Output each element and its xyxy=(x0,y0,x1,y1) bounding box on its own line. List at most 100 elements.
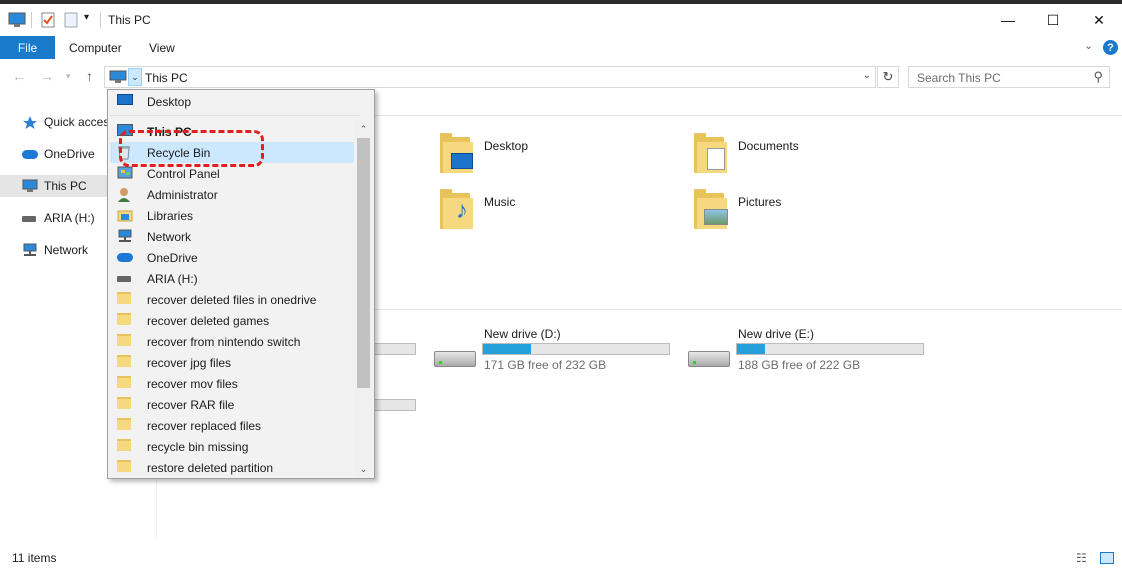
breadcrumb-dropdown-button[interactable]: ⌄ xyxy=(128,68,142,86)
search-placeholder: Search This PC xyxy=(917,71,1001,85)
dropdown-item-folder[interactable]: recover mov files xyxy=(110,373,354,394)
large-icons-view-icon[interactable] xyxy=(1100,552,1114,564)
help-icon[interactable]: ? xyxy=(1103,40,1118,55)
dropdown-item-label: restore deleted partition xyxy=(147,461,274,475)
dropdown-item-label: recover from nintendo switch xyxy=(147,335,301,349)
refresh-icon: ↻ xyxy=(882,69,894,84)
pictures-folder-icon[interactable] xyxy=(694,189,730,229)
dropdown-separator xyxy=(110,115,360,116)
section-divider xyxy=(368,309,1122,310)
tab-computer[interactable]: Computer xyxy=(69,41,122,55)
music-folder-icon[interactable]: ♪ xyxy=(440,189,476,229)
folder-icon xyxy=(117,460,133,475)
search-input[interactable]: Search This PC ⚲ xyxy=(908,66,1110,88)
nav-item-label: ARIA (H:) xyxy=(44,211,95,225)
title-bar: ▾ This PC — ☐ ✕ xyxy=(0,4,1122,36)
nav-item-label: Quick access xyxy=(44,115,116,129)
dropdown-item-onedrive[interactable]: OneDrive xyxy=(110,247,354,268)
drive-icon[interactable] xyxy=(688,351,730,367)
dropdown-item-folder[interactable]: recover replaced files xyxy=(110,415,354,436)
maximize-button[interactable]: ☐ xyxy=(1030,4,1076,36)
scrollbar-thumb[interactable] xyxy=(357,138,370,388)
star-icon xyxy=(22,115,38,129)
dropdown-item-desktop[interactable]: Desktop xyxy=(110,91,354,112)
folder-icon xyxy=(117,313,133,328)
dropdown-item-label: recover mov files xyxy=(147,377,238,391)
dropdown-item-folder[interactable]: restore deleted partition xyxy=(110,457,354,478)
tab-file[interactable]: File xyxy=(0,36,55,59)
dropdown-item-label: recover replaced files xyxy=(147,419,262,433)
dropdown-item-label: recover deleted games xyxy=(147,314,270,328)
computer-icon xyxy=(8,12,26,28)
dropdown-item-label: recover RAR file xyxy=(147,398,235,412)
drive-usage-bar xyxy=(482,343,670,355)
dropdown-item-label: ARIA (H:) xyxy=(147,272,198,286)
dropdown-item-network[interactable]: Network xyxy=(110,226,354,247)
dropdown-item-folder[interactable]: recover deleted games xyxy=(110,310,354,331)
folder-icon xyxy=(117,439,133,454)
tab-view[interactable]: View xyxy=(149,41,175,55)
folder-name[interactable]: Documents xyxy=(738,139,799,153)
customize-toolbar-icon[interactable]: ▾ xyxy=(84,12,89,28)
dropdown-item-folder[interactable]: recover RAR file xyxy=(110,394,354,415)
address-bar[interactable]: ⌄ This PC ⌄ xyxy=(104,66,876,88)
drive-icon xyxy=(117,271,133,286)
desktop-folder-icon[interactable] xyxy=(440,133,476,173)
details-view-icon[interactable]: ☷ xyxy=(1076,551,1087,565)
documents-folder-icon[interactable] xyxy=(694,133,730,173)
scroll-up-icon[interactable]: ⌃ xyxy=(355,122,372,136)
dropdown-scrollbar[interactable]: ⌃ ⌄ xyxy=(355,120,372,478)
back-arrow-icon[interactable]: ← xyxy=(12,68,26,84)
ribbon-tabs: File Computer View ⌄ ? xyxy=(0,36,1122,60)
forward-arrow-icon[interactable]: → xyxy=(40,68,54,84)
drive-free-space: 171 GB free of 232 GB xyxy=(484,358,607,372)
dropdown-item-aria-drive[interactable]: ARIA (H:) xyxy=(110,268,354,289)
drive-usage-bar xyxy=(736,343,924,355)
expand-ribbon-icon[interactable]: ⌄ xyxy=(1084,39,1093,52)
computer-icon xyxy=(22,179,38,193)
recent-locations-icon[interactable]: ▾ xyxy=(66,71,71,82)
close-button[interactable]: ✕ xyxy=(1076,4,1122,36)
folder-icon xyxy=(117,418,133,433)
folder-icon xyxy=(117,292,133,307)
dropdown-item-libraries[interactable]: Libraries xyxy=(110,205,354,226)
new-folder-icon[interactable] xyxy=(63,12,79,28)
dropdown-item-folder[interactable]: recover deleted files in onedrive xyxy=(110,289,354,310)
dropdown-item-label: recycle bin missing xyxy=(147,440,249,454)
drive-name[interactable]: New drive (D:) xyxy=(484,327,561,341)
drive-icon[interactable] xyxy=(434,351,476,367)
cloud-icon xyxy=(117,250,133,265)
nav-item-label: OneDrive xyxy=(44,147,95,161)
nav-item-label: This PC xyxy=(44,179,87,193)
dropdown-item-folder[interactable]: recover from nintendo switch xyxy=(110,331,354,352)
desktop-icon xyxy=(117,94,133,109)
dropdown-item-folder[interactable]: recover jpg files xyxy=(110,352,354,373)
dropdown-item-label: recover jpg files xyxy=(147,356,232,370)
drive-name[interactable]: New drive (E:) xyxy=(738,327,814,341)
dropdown-item-label: Libraries xyxy=(147,209,194,223)
folder-name[interactable]: Music xyxy=(484,195,515,209)
drive-usage-fill xyxy=(483,344,532,354)
minimize-button[interactable]: — xyxy=(985,4,1031,36)
dropdown-item-administrator[interactable]: Administrator xyxy=(110,184,354,205)
user-icon xyxy=(117,187,133,202)
dropdown-item-label: Network xyxy=(147,230,192,244)
dropdown-item-label: Control Panel xyxy=(147,167,220,181)
folder-icon xyxy=(117,355,133,370)
libraries-icon xyxy=(117,208,133,223)
up-arrow-icon[interactable]: ↑ xyxy=(86,68,93,84)
chevron-down-icon[interactable]: ⌄ xyxy=(863,70,871,81)
folder-icon xyxy=(117,376,133,391)
drive-free-space: 188 GB free of 222 GB xyxy=(738,358,861,372)
status-item-count: 11 items xyxy=(12,551,57,565)
dropdown-item-label: recover deleted files in onedrive xyxy=(147,293,317,307)
properties-icon[interactable] xyxy=(40,12,56,28)
folder-name[interactable]: Desktop xyxy=(484,139,528,153)
dropdown-item-label: Administrator xyxy=(147,188,218,202)
refresh-button[interactable]: ↻ xyxy=(877,66,899,88)
dropdown-item-folder[interactable]: recycle bin missing xyxy=(110,436,354,457)
scroll-down-icon[interactable]: ⌄ xyxy=(355,462,372,476)
nav-item-label: Network xyxy=(44,243,89,257)
folder-name[interactable]: Pictures xyxy=(738,195,781,209)
cloud-icon xyxy=(22,147,38,161)
